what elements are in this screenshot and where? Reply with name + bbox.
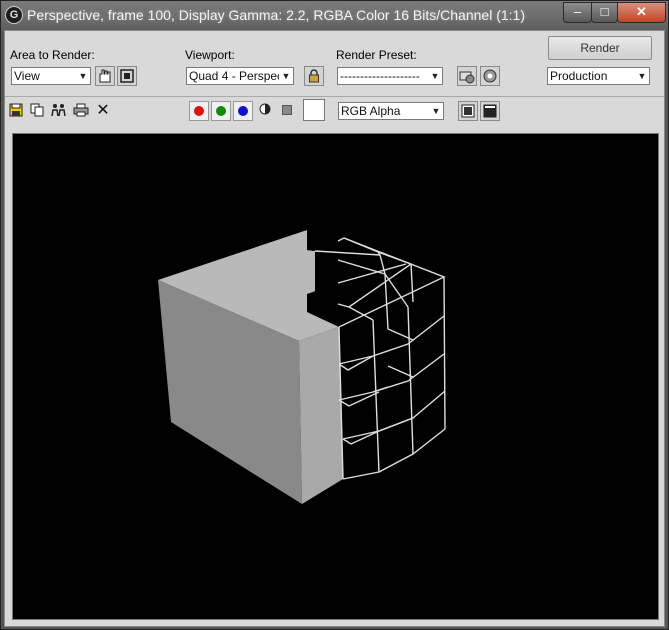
minimize-icon[interactable]: – bbox=[563, 2, 592, 23]
green-channel-toggle[interactable] bbox=[211, 101, 231, 121]
edit-region-icon[interactable] bbox=[95, 66, 115, 86]
clone-window-icon[interactable] bbox=[51, 103, 67, 119]
environment-effects-icon[interactable] bbox=[480, 66, 500, 86]
render-viewport[interactable] bbox=[12, 133, 659, 620]
close-icon[interactable]: ✕ bbox=[617, 2, 666, 23]
toggle-ui-overlay-icon[interactable] bbox=[458, 101, 478, 121]
lock-viewport-icon[interactable] bbox=[304, 66, 324, 86]
render-frame-window: G Perspective, frame 100, Display Gamma:… bbox=[0, 0, 669, 630]
maximize-icon[interactable]: □ bbox=[591, 2, 618, 23]
toggle-ui-icon[interactable] bbox=[480, 101, 500, 121]
chevron-down-icon: ▼ bbox=[635, 68, 649, 84]
production-value: Production bbox=[550, 69, 608, 83]
chevron-down-icon: ▼ bbox=[76, 68, 90, 84]
render-preset-value: -------------------- bbox=[340, 69, 420, 83]
viewport-value: Quad 4 - Perspect bbox=[189, 69, 287, 83]
monochrome-icon[interactable] bbox=[279, 103, 295, 119]
blue-channel-toggle[interactable] bbox=[233, 101, 253, 121]
area-to-render-value: View bbox=[14, 69, 40, 83]
channel-display-value: RGB Alpha bbox=[341, 104, 401, 118]
3ds-max-logo-icon[interactable]: G bbox=[5, 6, 23, 24]
chevron-down-icon: ▼ bbox=[428, 68, 442, 84]
chevron-down-icon: ▼ bbox=[279, 68, 293, 84]
render-button[interactable]: Render bbox=[548, 36, 652, 60]
area-to-render-label: Area to Render: bbox=[10, 48, 95, 62]
toolbar-divider bbox=[5, 96, 664, 97]
render-preset-dropdown[interactable]: -------------------- ▼ bbox=[337, 67, 443, 85]
alpha-channel-icon[interactable] bbox=[257, 103, 273, 119]
save-image-icon[interactable] bbox=[8, 103, 24, 119]
viewport-dropdown[interactable]: Quad 4 - Perspect ▼ bbox=[186, 67, 294, 85]
render-preset-label: Render Preset: bbox=[336, 48, 417, 62]
copy-image-icon[interactable] bbox=[29, 103, 45, 119]
title-bar[interactable]: G Perspective, frame 100, Display Gamma:… bbox=[1, 1, 668, 31]
color-swatch[interactable] bbox=[303, 99, 325, 121]
render-setup-icon[interactable] bbox=[457, 66, 477, 86]
rendered-cube-image bbox=[158, 230, 446, 504]
area-to-render-dropdown[interactable]: View ▼ bbox=[11, 67, 91, 85]
production-dropdown[interactable]: Production ▼ bbox=[547, 67, 650, 85]
chevron-down-icon: ▼ bbox=[429, 103, 443, 119]
channel-display-dropdown[interactable]: RGB Alpha ▼ bbox=[338, 102, 444, 120]
clear-icon[interactable]: ✕ bbox=[95, 103, 111, 119]
print-icon[interactable] bbox=[73, 103, 89, 119]
render-frame-client: Area to Render: Viewport: Render Preset:… bbox=[4, 30, 665, 627]
auto-region-icon[interactable] bbox=[117, 66, 137, 86]
viewport-label: Viewport: bbox=[185, 48, 235, 62]
red-channel-toggle[interactable] bbox=[189, 101, 209, 121]
window-title: Perspective, frame 100, Display Gamma: 2… bbox=[27, 7, 525, 23]
cube-right-face bbox=[299, 327, 343, 504]
